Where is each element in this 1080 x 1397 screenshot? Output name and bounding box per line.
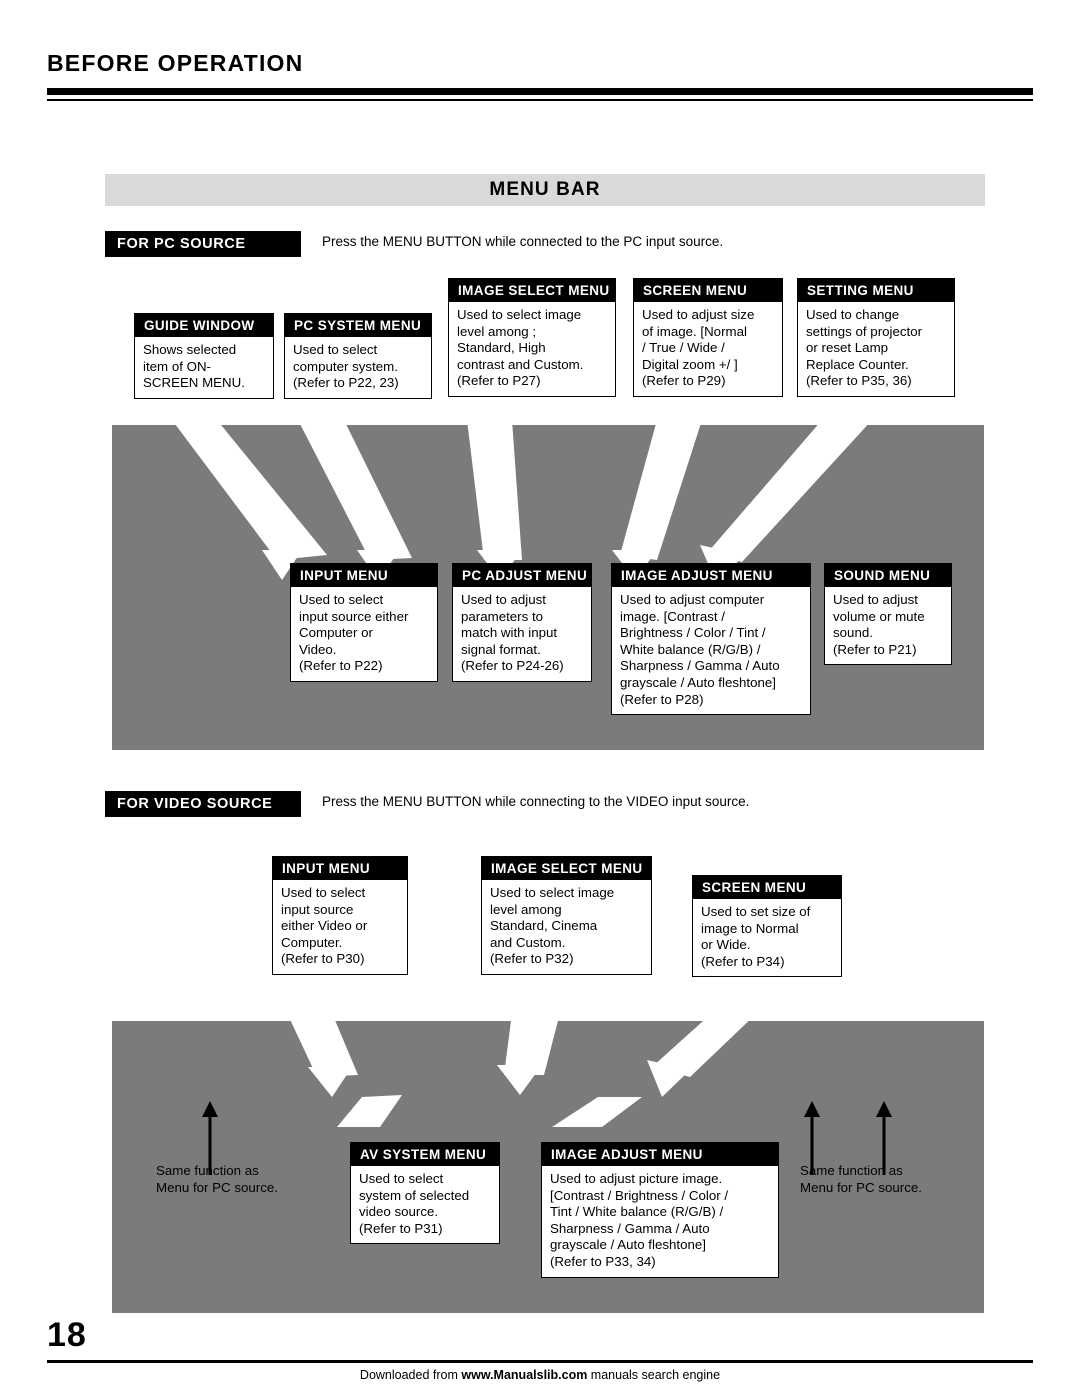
callout-caption: INPUT MENU [273,857,407,880]
header-rule-thick [47,88,1033,95]
header-rule-thin [47,99,1033,101]
callout-body: Used to select image level among ; Stand… [457,307,584,389]
footer-attribution: Downloaded from www.Manualslib.com manua… [47,1368,1033,1382]
callout-body: Used to select input source either Video… [281,885,368,967]
footer-suffix: manuals search engine [587,1368,721,1382]
callout-body: Used to select system of selected video … [359,1171,470,1236]
callout-caption: IMAGE SELECT MENU [482,857,651,880]
footer-site: www.Manualslib.com [461,1368,588,1382]
section-note-pc-source: Press the MENU BUTTON while connected to… [322,234,724,249]
callout-image-adjust-menu-video: IMAGE ADJUST MENU Used to adjust picture… [541,1142,779,1278]
callout-av-system-menu: AV SYSTEM MENU Used to select system of … [350,1142,500,1245]
callout-caption: GUIDE WINDOW [135,314,273,337]
callout-caption: SOUND MENU [825,564,951,587]
callout-screen-menu-pc: SCREEN MENU Used to adjust size of image… [633,278,783,397]
callout-caption: AV SYSTEM MENU [351,1143,499,1166]
page-number: 18 [47,1316,87,1354]
callout-body: Used to select input source either Compu… [299,592,409,674]
callout-body: Used to change settings of projector or … [806,307,923,389]
footer-rule [47,1360,1033,1363]
callout-image-select-menu-pc: IMAGE SELECT MENU Used to select image l… [448,278,616,397]
callout-caption: IMAGE ADJUST MENU [612,564,810,587]
callout-body: Used to adjust picture image. [Contrast … [550,1171,729,1269]
callout-caption: PC SYSTEM MENU [285,314,431,337]
callout-pc-system-menu: PC SYSTEM MENU Used to select computer s… [284,313,432,399]
callout-caption: IMAGE SELECT MENU [449,279,615,302]
callout-caption: SCREEN MENU [693,876,841,899]
page-title: BEFORE OPERATION [47,50,304,76]
callout-body: Shows selected item of ON- SCREEN MENU. [143,342,245,391]
callout-guide-window: GUIDE WINDOW Shows selected item of ON- … [134,313,274,399]
callout-screen-menu-video: SCREEN MENU Used to set size of image to… [692,875,842,978]
callout-pc-adjust-menu: PC ADJUST MENU Used to adjust parameters… [452,563,592,682]
callout-input-menu-video: INPUT MENU Used to select input source e… [272,856,408,975]
callout-body: Used to adjust computer image. [Contrast… [620,592,780,707]
section-tag-video-source: FOR VIDEO SOURCE [105,791,301,817]
callout-body: Used to adjust volume or mute sound. (Re… [833,592,925,657]
menu-bar-banner: MENU BAR [105,174,985,206]
footer-prefix: Downloaded from [359,1368,462,1382]
callout-caption: SCREEN MENU [634,279,782,302]
callout-body: Used to adjust size of image. [Normal / … [642,307,755,389]
callout-image-adjust-menu-pc: IMAGE ADJUST MENU Used to adjust compute… [611,563,811,716]
page-header: BEFORE OPERATION [47,50,1033,83]
callout-body: Used to adjust parameters to match with … [461,592,564,674]
section-note-video-source: Press the MENU BUTTON while connecting t… [322,794,750,809]
note-same-function-right: Same function as Menu for PC source. [800,1163,922,1195]
section-tag-pc-source: FOR PC SOURCE [105,231,301,257]
callout-sound-menu: SOUND MENU Used to adjust volume or mute… [824,563,952,666]
callout-caption: INPUT MENU [291,564,437,587]
callout-input-menu-pc: INPUT MENU Used to select input source e… [290,563,438,682]
callout-setting-menu: SETTING MENU Used to change settings of … [797,278,955,397]
callout-caption: SETTING MENU [798,279,954,302]
note-same-function-left: Same function as Menu for PC source. [156,1163,278,1195]
callout-body: Used to set size of image to Normal or W… [701,904,811,969]
callout-image-select-menu-video: IMAGE SELECT MENU Used to select image l… [481,856,652,975]
callout-caption: IMAGE ADJUST MENU [542,1143,778,1166]
callout-body: Used to select image level among Standar… [490,885,615,967]
callout-body: Used to select computer system. (Refer t… [293,342,399,391]
callout-caption: PC ADJUST MENU [453,564,591,587]
